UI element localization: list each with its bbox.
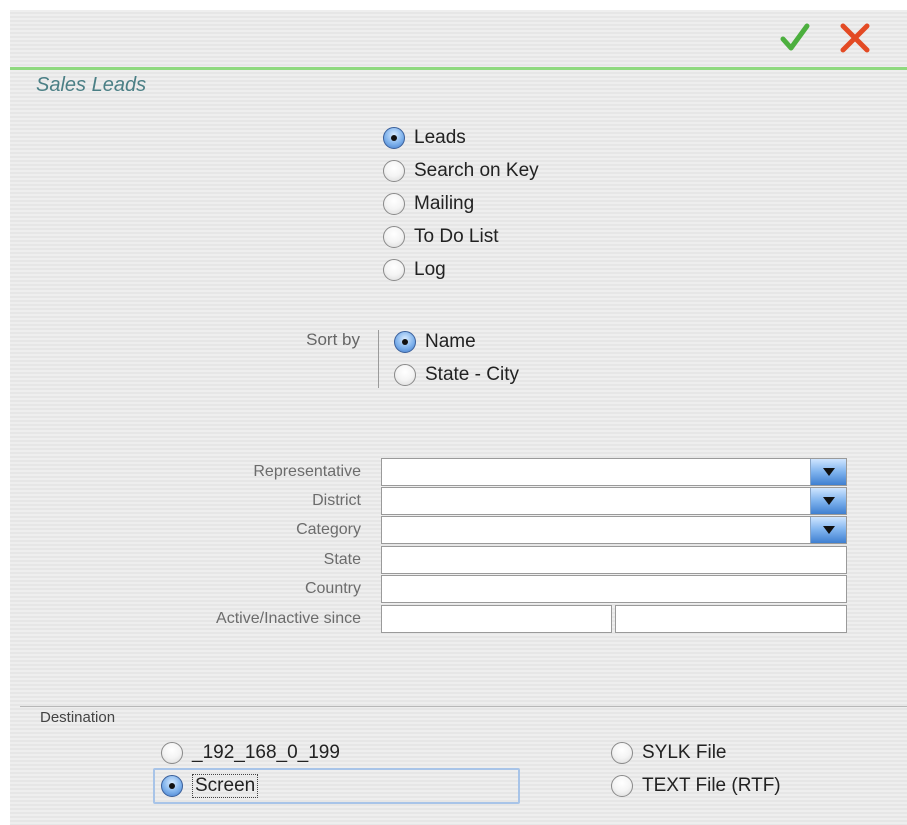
radio-button[interactable] [394,364,416,386]
cancel-button[interactable] [835,18,875,58]
radio-button[interactable] [383,160,405,182]
radio-label: Mailing [414,193,475,214]
category-dropdown-button[interactable] [810,517,846,543]
radio-button[interactable] [383,259,405,281]
sort-divider [378,330,379,388]
header-divider [10,67,907,70]
sort-option-name[interactable]: Name [394,329,476,355]
close-x-icon [840,23,870,53]
sort-option-state-city[interactable]: State - City [394,362,519,388]
state-label: State [323,551,361,568]
radio-button[interactable] [383,193,405,215]
representative-field[interactable] [381,458,847,486]
radio-label: Screen [192,774,259,798]
radio-option-mailing[interactable]: Mailing [383,191,474,217]
sort-by-label: Sort by [306,330,360,349]
ok-button[interactable] [775,18,815,58]
category-field[interactable] [381,516,847,544]
country-label: Country [304,580,361,597]
district-dropdown-button[interactable] [810,488,846,514]
radio-label: SYLK File [642,742,727,763]
checkmark-icon [780,23,810,51]
radio-option-search-on-key[interactable]: Search on Key [383,158,539,184]
radio-button[interactable] [611,742,633,764]
radio-option-leads[interactable]: Leads [383,125,466,151]
radio-option-log[interactable]: Log [383,257,446,283]
destination-divider [20,706,907,707]
destination-option-printer[interactable]: _192_168_0_199 [161,740,340,766]
radio-option-to-do-list[interactable]: To Do List [383,224,498,250]
radio-label: Log [414,259,446,280]
form-title: Sales Leads [36,74,147,96]
sales-leads-dialog: Sales Leads Leads Search on Key Mailing … [10,10,907,825]
destination-title: Destination [40,709,116,726]
representative-dropdown-button[interactable] [810,459,846,485]
radio-label: Leads [414,127,466,148]
district-label: District [312,492,361,509]
radio-label: _192_168_0_199 [192,742,340,763]
radio-label: To Do List [414,226,499,247]
destination-option-screen[interactable]: Screen [161,773,259,799]
radio-button[interactable] [383,127,405,149]
representative-label: Representative [253,463,361,480]
active-since-from-field[interactable] [381,605,612,633]
radio-button[interactable] [161,775,183,797]
active-since-to-field[interactable] [615,605,847,633]
radio-label: Name [425,331,476,352]
state-field[interactable] [381,546,847,574]
radio-label: TEXT File (RTF) [642,775,781,796]
destination-option-sylk-file[interactable]: SYLK File [611,740,726,766]
radio-button[interactable] [383,226,405,248]
country-field[interactable] [381,575,847,603]
radio-label: Search on Key [414,160,539,181]
radio-label: State - City [425,364,519,385]
destination-option-text-file-rtf[interactable]: TEXT File (RTF) [611,773,781,799]
radio-button[interactable] [394,331,416,353]
toolbar [10,10,907,68]
active-since-label: Active/Inactive since [216,610,361,627]
district-field[interactable] [381,487,847,515]
radio-button[interactable] [161,742,183,764]
radio-button[interactable] [611,775,633,797]
category-label: Category [296,521,361,538]
